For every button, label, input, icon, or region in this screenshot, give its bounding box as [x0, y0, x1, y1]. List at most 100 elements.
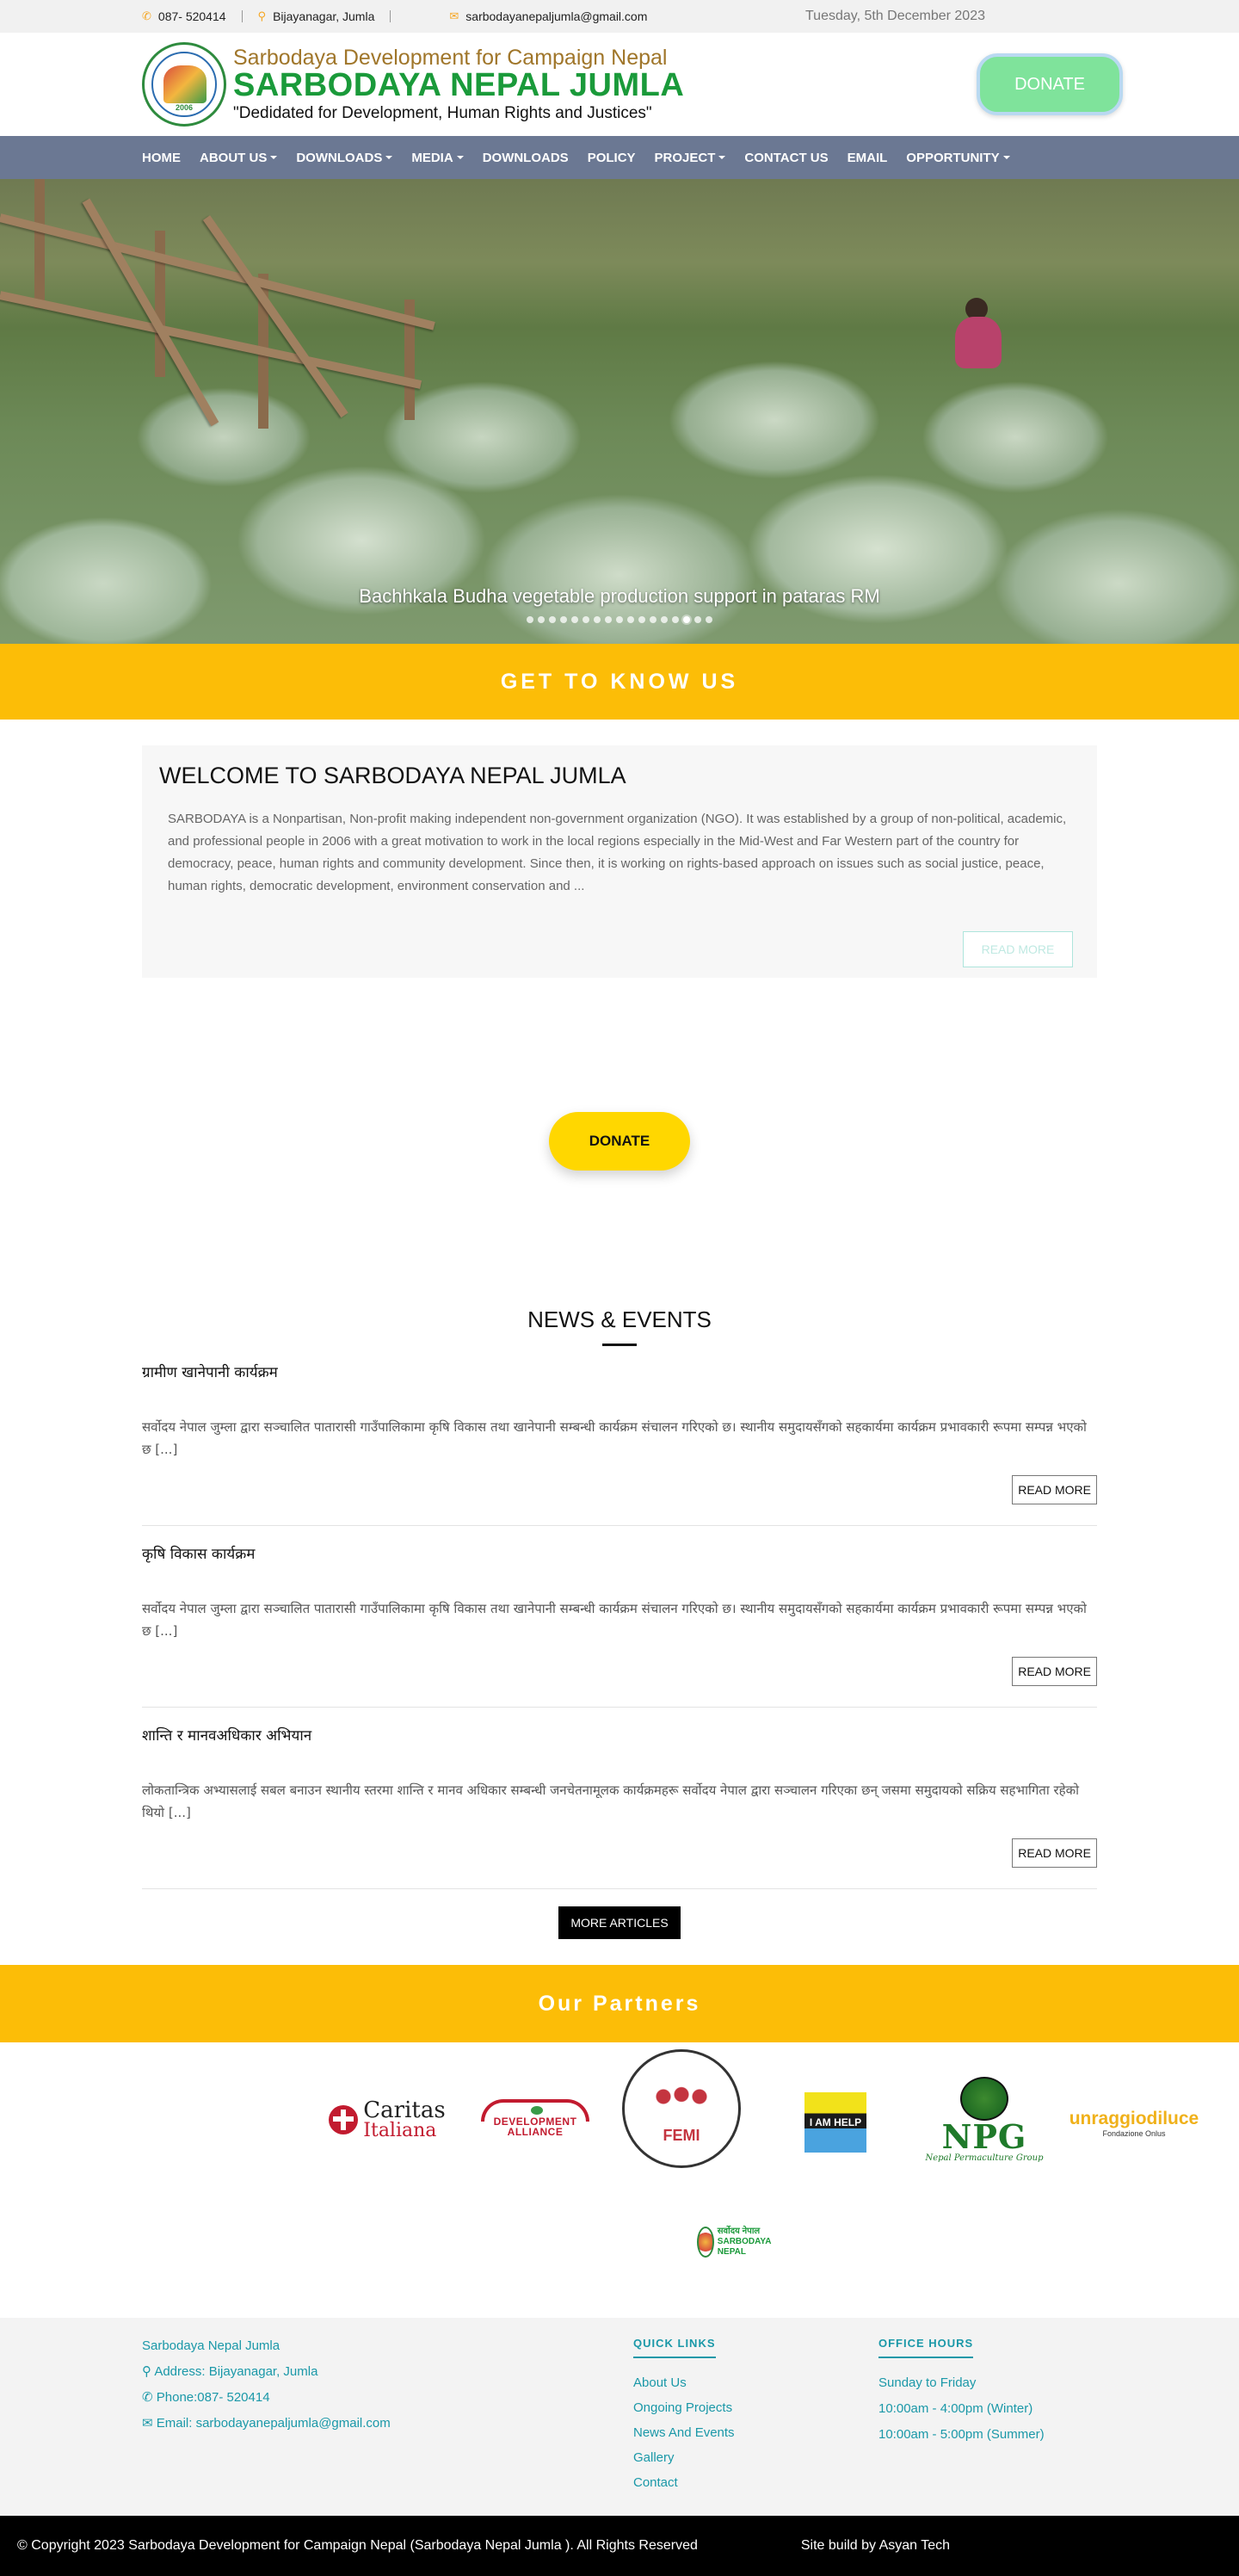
slide-indicator-dot[interactable]	[549, 616, 556, 623]
top-bar: ✆ 087- 520414 ⚲ Bijayanagar, Jumla ✉ sar…	[0, 0, 1239, 33]
footer-link-news-events[interactable]: News And Events	[633, 2420, 735, 2445]
news-item-excerpt: सर्वोदय नेपाल जुम्ला द्वारा सञ्चालित पात…	[142, 1419, 1087, 1457]
location-text: Bijayanagar, Jumla	[273, 9, 375, 23]
footer-link-ongoing-projects[interactable]: Ongoing Projects	[633, 2395, 735, 2420]
footer-address: ⚲ Address: Bijayanagar, Jumla	[142, 2364, 318, 2379]
divider	[241, 10, 243, 22]
current-date: Tuesday, 5th December 2023	[804, 9, 985, 23]
news-title: NEWS & EVENTS	[527, 1307, 712, 1332]
caret-down-icon	[385, 156, 393, 159]
footer-link-about-us[interactable]: About Us	[633, 2370, 735, 2395]
more-articles-button[interactable]: MORE ARTICLES	[558, 1906, 681, 1939]
news-item-excerpt: सर्वोदय नेपाल जुम्ला द्वारा सञ्चालित पात…	[142, 1601, 1087, 1639]
footer-link-gallery[interactable]: Gallery	[633, 2445, 735, 2470]
news-item-title[interactable]: ग्रामीण खानेपानी कार्यक्रम	[142, 1362, 1097, 1381]
phone-icon: ✆	[142, 9, 151, 22]
footer-email[interactable]: ✉ Email: sarbodayanepaljumla@gmail.com	[142, 2411, 391, 2437]
news-item: ग्रामीण खानेपानी कार्यक्रम सर्वोदय नेपाल…	[142, 1362, 1097, 1526]
nav-item-about-us[interactable]: ABOUT US	[190, 151, 287, 165]
news-item-title[interactable]: कृषि विकास कार्यक्रम	[142, 1543, 1097, 1563]
site-builder-credit[interactable]: Site build by Asyan Tech	[801, 2538, 950, 2554]
nav-item-project[interactable]: PROJECT	[645, 151, 736, 165]
email-info[interactable]: ✉ sarbodayanepaljumla@gmail.com	[449, 9, 647, 23]
slide-indicator-dot[interactable]	[560, 616, 567, 623]
partner-logo-unraggiodiluce[interactable]: unraggiodiluce Fondazione Onlus	[1065, 2101, 1203, 2146]
partner-logo-npg[interactable]: NPG Nepal Permaculture Group	[922, 2077, 1047, 2163]
slide-indicator-dot[interactable]	[683, 616, 690, 623]
partner-logo-help[interactable]: I AM HELP	[804, 2092, 866, 2153]
nav-item-opportunity[interactable]: OPPORTUNITY	[897, 151, 1019, 165]
slide-indicator-dot[interactable]	[571, 616, 578, 623]
office-hours-summer: 10:00am - 5:00pm (Summer)	[878, 2427, 1045, 2442]
people-icon	[651, 2083, 712, 2127]
tree-icon	[960, 2077, 1008, 2121]
nav-item-downloads-menu[interactable]: DOWNLOADS	[287, 151, 402, 165]
nav-item-policy[interactable]: POLICY	[578, 151, 645, 165]
arc-icon	[481, 2099, 589, 2122]
nav-item-downloads[interactable]: DOWNLOADS	[473, 151, 578, 165]
news-read-more-button[interactable]: READ MORE	[1012, 1475, 1097, 1504]
logo-line-2: SARBODAYA NEPAL JUMLA	[233, 67, 685, 104]
slide-indicator-dot[interactable]	[527, 616, 533, 623]
about-read-more-button[interactable]: READ MORE	[963, 931, 1073, 967]
map-marker-icon: ⚲	[142, 2364, 155, 2379]
phone-text: 087- 520414	[157, 9, 226, 23]
nav-item-media[interactable]: MEDIA	[402, 151, 472, 165]
slide-indicator-dot[interactable]	[538, 616, 545, 623]
welcome-box: WELCOME TO SARBODAYA NEPAL JUMLA SARBODA…	[142, 745, 1097, 978]
site-footer: Sarbodaya Nepal Jumla ⚲ Address: Bijayan…	[0, 2318, 1239, 2516]
trellis-post	[34, 179, 45, 308]
about-band: GET TO KNOW US	[0, 644, 1239, 720]
site-header: 2006 Sarbodaya Development for Campaign …	[0, 33, 1239, 136]
slide-indicator-dot[interactable]	[638, 616, 645, 623]
quick-links-title: QUICK LINKS	[633, 2337, 716, 2358]
slide-indicator-dot[interactable]	[594, 616, 601, 623]
farmer-figure	[946, 298, 1007, 375]
news-read-more-button[interactable]: READ MORE	[1012, 1838, 1097, 1868]
office-days: Sunday to Friday	[878, 2375, 977, 2390]
slide-indicators	[0, 616, 1239, 623]
slide-indicator-dot[interactable]	[616, 616, 623, 623]
main-nav: HOME ABOUT US DOWNLOADS MEDIA DOWNLOADS …	[0, 136, 1239, 179]
caret-down-icon	[718, 156, 726, 159]
copyright-bar: © Copyright 2023 Sarbodaya Development f…	[0, 2516, 1239, 2576]
phone-info: ✆ 087- 520414	[142, 9, 226, 23]
map-marker-icon: ⚲	[257, 9, 267, 22]
logo-text[interactable]: Sarbodaya Development for Campaign Nepal…	[233, 46, 684, 122]
logo-seal-icon[interactable]: 2006	[142, 42, 226, 127]
donate-button[interactable]: DONATE	[977, 53, 1123, 115]
slide-indicator-dot[interactable]	[672, 616, 679, 623]
partner-logo-development-alliance[interactable]: DEVELOPMENT ALLIANCE	[479, 2098, 591, 2138]
partner-logo-caritas[interactable]: Caritas Italiana	[327, 2094, 447, 2146]
office-hours-title: OFFICE HOURS	[878, 2337, 974, 2358]
location-info: ⚲ Bijayanagar, Jumla	[258, 9, 375, 23]
hero-slider[interactable]: Bachhkala Budha vegetable production sup…	[0, 179, 1239, 644]
footer-link-contact[interactable]: Contact	[633, 2470, 735, 2495]
slide-indicator-dot[interactable]	[650, 616, 656, 623]
slide-caption: Bachhkala Budha vegetable production sup…	[359, 585, 880, 607]
slide-indicator-dot[interactable]	[627, 616, 634, 623]
welcome-text: SARBODAYA is a Nonpartisan, Non-profit m…	[168, 812, 1067, 893]
news-item: कृषि विकास कार्यक्रम सर्वोदय नेपाल जुम्ल…	[142, 1543, 1097, 1708]
news-item: शान्ति र मानवअधिकार अभियान लोकतान्त्रिक …	[142, 1725, 1097, 1889]
envelope-icon: ✉	[142, 2416, 157, 2431]
sarbodaya-seal-icon	[697, 2227, 714, 2258]
email-text[interactable]: sarbodayanepaljumla@gmail.com	[465, 9, 647, 23]
slide-indicator-dot[interactable]	[583, 616, 589, 623]
slide-indicator-dot[interactable]	[605, 616, 612, 623]
slide-indicator-dot[interactable]	[706, 616, 712, 623]
nav-item-contact-us[interactable]: CONTACT US	[735, 151, 837, 165]
title-underline	[602, 1344, 637, 1346]
partner-logo-sarbodaya[interactable]: सर्वोदय नेपाल SARBODAYA NEPAL	[697, 2223, 781, 2261]
nav-item-home[interactable]: HOME	[142, 151, 190, 165]
news-item-excerpt: लोकतान्त्रिक अभ्यासलाई सबल बनाउन स्थानीय…	[142, 1782, 1079, 1820]
donate-center-button[interactable]: DONATE	[549, 1112, 690, 1171]
news-item-title[interactable]: शान्ति र मानवअधिकार अभियान	[142, 1725, 1097, 1745]
footer-quick-links: QUICK LINKS About Us Ongoing Projects Ne…	[633, 2333, 735, 2495]
caret-down-icon	[270, 156, 278, 159]
slide-indicator-dot[interactable]	[694, 616, 701, 623]
slide-indicator-dot[interactable]	[661, 616, 668, 623]
news-read-more-button[interactable]: READ MORE	[1012, 1657, 1097, 1686]
nav-item-email[interactable]: EMAIL	[838, 151, 897, 165]
partner-logo-femi[interactable]: FEMI	[622, 2049, 741, 2168]
